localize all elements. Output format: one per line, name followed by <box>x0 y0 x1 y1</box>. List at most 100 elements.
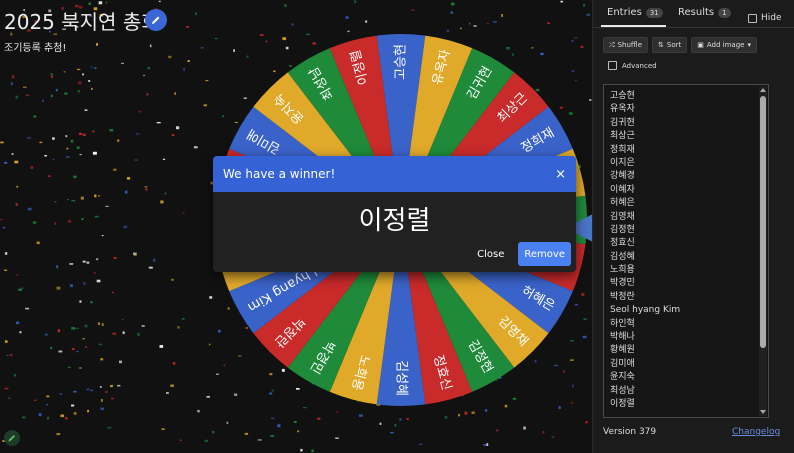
confetti-piece <box>406 418 409 420</box>
confetti-piece <box>91 87 93 90</box>
confetti-piece <box>121 318 124 320</box>
confetti-piece <box>450 11 454 14</box>
confetti-piece <box>354 0 357 3</box>
close-button[interactable]: Close <box>473 243 508 266</box>
add-image-button[interactable]: ▣ Add image ▾ <box>691 37 757 53</box>
confetti-piece <box>111 291 114 294</box>
confetti-piece <box>451 2 455 6</box>
confetti-piece <box>291 23 294 26</box>
confetti-piece <box>78 367 82 369</box>
hide-toggle[interactable]: Hide <box>748 13 782 23</box>
scroll-up-icon[interactable] <box>760 88 766 92</box>
confetti-piece <box>94 194 97 198</box>
changelog-link[interactable]: Changelog <box>732 427 780 437</box>
confetti-piece <box>71 199 76 202</box>
confetti-piece <box>39 141 43 144</box>
confetti-piece <box>410 9 415 11</box>
confetti-piece <box>419 443 423 445</box>
version-label: Version 379 <box>603 427 657 437</box>
confetti-piece <box>82 73 84 76</box>
advanced-checkbox[interactable] <box>608 61 617 70</box>
scroll-down-icon[interactable] <box>760 410 766 414</box>
confetti-piece <box>71 327 75 330</box>
confetti-piece <box>101 235 104 237</box>
confetti-piece <box>0 141 4 144</box>
confetti-piece <box>42 99 44 102</box>
confetti-piece <box>76 68 81 71</box>
remove-button[interactable]: Remove <box>518 242 571 266</box>
winner-name: 이정렬 <box>358 206 431 236</box>
confetti-piece <box>59 393 62 395</box>
confetti-piece <box>4 269 8 271</box>
confetti-piece <box>18 288 22 291</box>
confetti-piece <box>98 343 103 346</box>
confetti-piece <box>9 353 13 357</box>
confetti-piece <box>52 137 55 140</box>
confetti-piece <box>6 354 9 356</box>
confetti-piece <box>105 1 108 4</box>
sort-button[interactable]: ⇅ Sort <box>652 37 688 53</box>
confetti-piece <box>586 13 590 16</box>
confetti-piece <box>486 23 489 25</box>
shuffle-icon: ⤮ <box>609 40 615 49</box>
shuffle-button[interactable]: ⤮ Shuffle <box>603 37 648 53</box>
confetti-piece <box>212 430 215 434</box>
confetti-piece <box>86 388 90 391</box>
dialog-actions: Close Remove <box>473 242 571 266</box>
entry-item: 하인혁 <box>610 318 635 329</box>
confetti-piece <box>4 161 8 164</box>
confetti-piece <box>11 153 14 155</box>
hide-checkbox[interactable] <box>748 13 757 23</box>
confetti-piece <box>195 12 197 15</box>
confetti-piece <box>390 432 394 434</box>
confetti-piece <box>297 430 300 433</box>
confetti-piece <box>50 75 53 78</box>
advanced-toggle[interactable]: Advanced <box>608 61 657 70</box>
confetti-piece <box>137 333 140 336</box>
confetti-piece <box>66 156 70 158</box>
scrollbar[interactable] <box>759 86 767 416</box>
confetti-piece <box>4 252 8 255</box>
close-icon[interactable]: × <box>555 167 566 182</box>
tab-entries[interactable]: Entries 31 <box>607 7 663 18</box>
confetti-piece <box>345 16 349 19</box>
tab-results[interactable]: Results 1 <box>678 7 731 18</box>
entry-item: 이혜자 <box>610 184 635 195</box>
scrollbar-thumb[interactable] <box>760 96 766 348</box>
entry-item: Seol hyang Kim <box>610 305 681 316</box>
confetti-piece <box>336 411 338 413</box>
pencil-icon <box>152 16 160 24</box>
confetti-piece <box>117 384 121 387</box>
entries-textarea[interactable]: 고승현 유옥자 김귀현 최상근 정희재 이지은 강혜경 이혜자 허혜은 김영채 김정현 정효신 김성혜 노… <box>603 84 769 418</box>
confetti-piece <box>55 88 58 92</box>
confetti-piece <box>166 392 169 394</box>
hide-label: Hide <box>761 13 782 23</box>
confetti-piece <box>394 424 397 427</box>
entry-item: 최상근 <box>610 131 635 142</box>
confetti-piece <box>138 110 141 113</box>
edit-title-button[interactable] <box>145 9 167 31</box>
entry-item: 유옥자 <box>610 104 635 115</box>
confetti-piece <box>64 417 68 420</box>
confetti-piece <box>22 416 26 419</box>
confetti-piece <box>80 196 84 200</box>
confetti-piece <box>100 407 104 410</box>
entry-item: 김영채 <box>610 211 635 222</box>
confetti-piece <box>270 435 275 437</box>
confetti-piece <box>96 43 98 46</box>
confetti-piece <box>271 417 275 419</box>
confetti-piece <box>82 338 85 340</box>
confetti-piece <box>5 340 8 343</box>
confetti-piece <box>160 200 164 204</box>
confetti-piece <box>133 252 137 255</box>
confetti-piece <box>73 175 77 179</box>
confetti-piece <box>135 133 140 135</box>
edit-icon[interactable] <box>4 430 20 446</box>
confetti-piece <box>4 387 9 390</box>
confetti-piece <box>542 430 545 434</box>
confetti-piece <box>105 205 109 207</box>
confetti-piece <box>399 418 402 421</box>
confetti-piece <box>124 190 128 194</box>
tab-entries-label: Entries <box>607 7 642 18</box>
entry-item: 박정란 <box>610 291 635 302</box>
